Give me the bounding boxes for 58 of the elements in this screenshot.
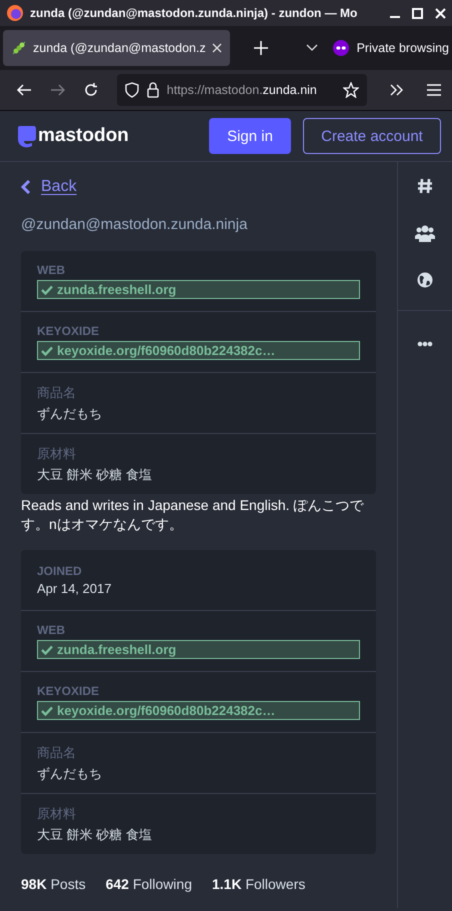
back-link[interactable]: Back <box>41 178 77 196</box>
field-label: WEB <box>37 263 66 277</box>
forward-arrow-icon <box>50 82 66 98</box>
field-value: ずんだもち <box>37 404 103 422</box>
check-icon <box>41 644 53 654</box>
account-handle: @zundan@mastodon.zunda.ninja <box>21 216 248 233</box>
address-bar[interactable]: https://mastodon.zunda.nin <box>116 74 367 106</box>
hashtag-icon[interactable] <box>417 178 433 194</box>
chevron-left-icon[interactable] <box>21 180 31 194</box>
field-value: 大豆 餅米 砂糖 食塩 <box>37 466 153 484</box>
bio-text: Reads and writes in Japanese and English. ぽんこつです。nはオマケなんです。 <box>21 496 365 534</box>
check-icon <box>41 706 53 716</box>
stat-link[interactable]: 642 Following <box>106 876 192 892</box>
field-label: KEYOXIDE <box>37 684 100 698</box>
field-label: 原材料 <box>37 444 77 462</box>
plus-icon[interactable] <box>254 41 268 55</box>
close-icon[interactable] <box>212 43 222 53</box>
url-text: https://mastodon.zunda.nin <box>166 83 318 97</box>
browser-tab[interactable]: zunda (@zundan@mastodon.z <box>3 30 230 66</box>
verified-link[interactable]: zunda.freeshell.org <box>37 280 360 299</box>
stat-link[interactable]: 1.1K Followers <box>212 876 306 892</box>
field-value: 大豆 餅米 砂糖 食塩 <box>37 826 153 844</box>
field-label: 商品名 <box>37 744 77 762</box>
check-icon <box>41 346 53 356</box>
mask-icon <box>332 40 349 56</box>
chevron-down-icon[interactable] <box>306 44 318 52</box>
back-arrow-icon[interactable] <box>16 82 32 98</box>
star-icon[interactable] <box>342 82 359 98</box>
more-icon[interactable] <box>417 341 433 347</box>
field-label: JOINED <box>37 564 83 578</box>
reload-icon[interactable] <box>83 82 99 98</box>
stat-link[interactable]: 98K Posts <box>21 876 86 892</box>
verified-link[interactable]: keyoxide.org/f60960d80b224382c… <box>37 341 360 360</box>
verified-link[interactable]: zunda.freeshell.org <box>37 640 360 659</box>
firefox-logo-icon <box>6 4 24 22</box>
shield-icon <box>124 82 139 98</box>
tab-title: zunda (@zundan@mastodon.z <box>33 41 206 55</box>
field-label: 商品名 <box>37 384 77 402</box>
double-chevron-icon[interactable] <box>388 82 404 98</box>
menu-icon[interactable] <box>426 82 442 98</box>
sign-in-button[interactable]: Sign in <box>209 118 291 154</box>
globe-icon[interactable] <box>417 272 433 288</box>
field-label: KEYOXIDE <box>37 324 100 338</box>
private-browsing-label: Private browsing <box>356 41 449 55</box>
field-value: Apr 14, 2017 <box>37 581 112 596</box>
lock-icon <box>146 82 159 98</box>
verified-link[interactable]: keyoxide.org/f60960d80b224382c… <box>37 701 360 720</box>
mastodon-logo-icon <box>16 124 36 148</box>
logo-text: mastodon <box>38 125 129 147</box>
skewer-icon <box>11 40 27 56</box>
field-label: 原材料 <box>37 804 77 822</box>
people-icon[interactable] <box>415 224 435 242</box>
create-account-button[interactable]: Create account <box>303 118 441 154</box>
field-value: ずんだもち <box>37 764 103 782</box>
window-title: zunda (@zundan@mastodon.zunda.ninja) - zundon — Mo <box>30 6 358 20</box>
maximize-icon[interactable] <box>412 8 423 18</box>
field-label: WEB <box>37 623 66 637</box>
check-icon <box>41 284 53 294</box>
